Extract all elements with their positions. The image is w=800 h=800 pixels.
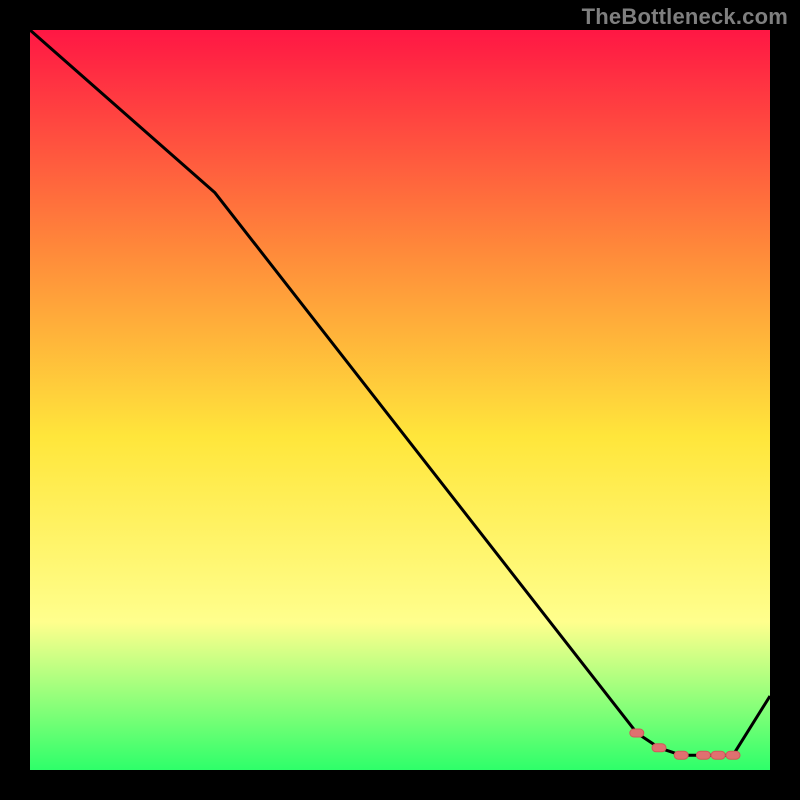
gradient-background xyxy=(30,30,770,770)
bottleneck-chart xyxy=(30,30,770,770)
chart-frame: TheBottleneck.com xyxy=(0,0,800,800)
watermark-text: TheBottleneck.com xyxy=(582,4,788,30)
optimal-marker xyxy=(696,751,710,759)
optimal-marker xyxy=(652,744,666,752)
optimal-marker xyxy=(630,729,644,737)
optimal-marker xyxy=(726,751,740,759)
optimal-marker xyxy=(674,751,688,759)
optimal-marker xyxy=(711,751,725,759)
